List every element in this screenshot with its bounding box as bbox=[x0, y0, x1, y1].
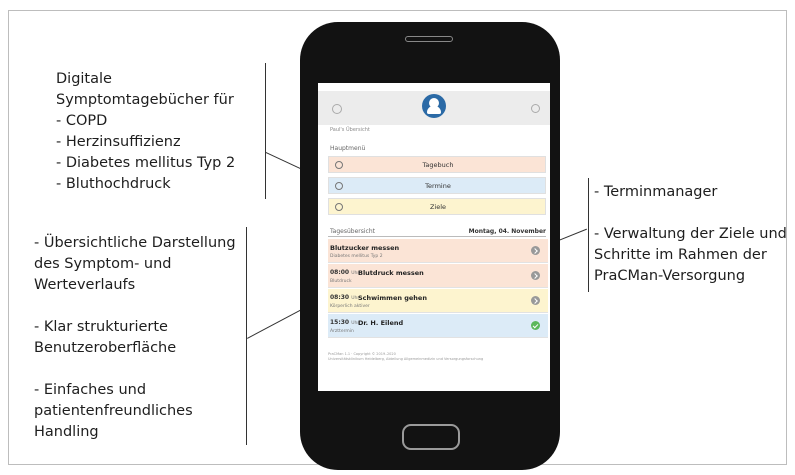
main-menu-heading: Hauptmenü bbox=[330, 145, 366, 152]
task-item[interactable]: Blutzucker messen Diabetes mellitus Typ … bbox=[328, 239, 548, 263]
info-icon[interactable] bbox=[531, 104, 540, 113]
current-date: Montag, 04. November bbox=[468, 228, 546, 235]
bracket-line-bottom bbox=[246, 227, 247, 445]
app-footer: PraCMan 1.1 · Copyright © 2019–2020 Univ… bbox=[328, 352, 484, 361]
chevron-right-icon[interactable] bbox=[531, 246, 540, 255]
task-item[interactable]: 08:30 Uhr Schwimmen gehen Körperlich akt… bbox=[328, 289, 548, 313]
callout-appointments-goals: - Terminmanager - Verwaltung der Ziele u… bbox=[594, 184, 787, 284]
task-item[interactable]: 08:00 Uhr Blutdruck messen Blutdruck bbox=[328, 264, 548, 288]
check-icon[interactable] bbox=[531, 321, 540, 330]
callout-features: - Übersichtliche Darstellung des Symptom… bbox=[34, 235, 236, 440]
chevron-right-icon[interactable] bbox=[531, 296, 540, 305]
bracket-line-right bbox=[588, 178, 589, 292]
phone-speaker bbox=[405, 36, 453, 42]
menu-button-diary[interactable]: Tagebuch bbox=[328, 156, 546, 173]
app-screen: Paul's Übersicht Hauptmenü Tagebuch Term… bbox=[318, 83, 550, 391]
back-icon[interactable] bbox=[332, 104, 342, 114]
app-header bbox=[318, 91, 550, 125]
phone-home-button[interactable] bbox=[402, 424, 460, 450]
bracket-line-top bbox=[265, 63, 266, 199]
overview-divider bbox=[328, 236, 546, 237]
pracman-logo bbox=[422, 94, 446, 118]
menu-button-appointments[interactable]: Termine bbox=[328, 177, 546, 194]
menu-button-goals[interactable]: Ziele bbox=[328, 198, 546, 215]
task-item[interactable]: 15:30 Uhr Dr. H. Eilend Arzttermin bbox=[328, 314, 548, 338]
callout-symptom-diaries: Digitale Symptomtagebücher für - COPD - … bbox=[56, 71, 236, 192]
chevron-right-icon[interactable] bbox=[531, 271, 540, 280]
daily-overview-heading: Tagesübersicht bbox=[330, 228, 375, 235]
breadcrumb: Paul's Übersicht bbox=[330, 127, 370, 133]
